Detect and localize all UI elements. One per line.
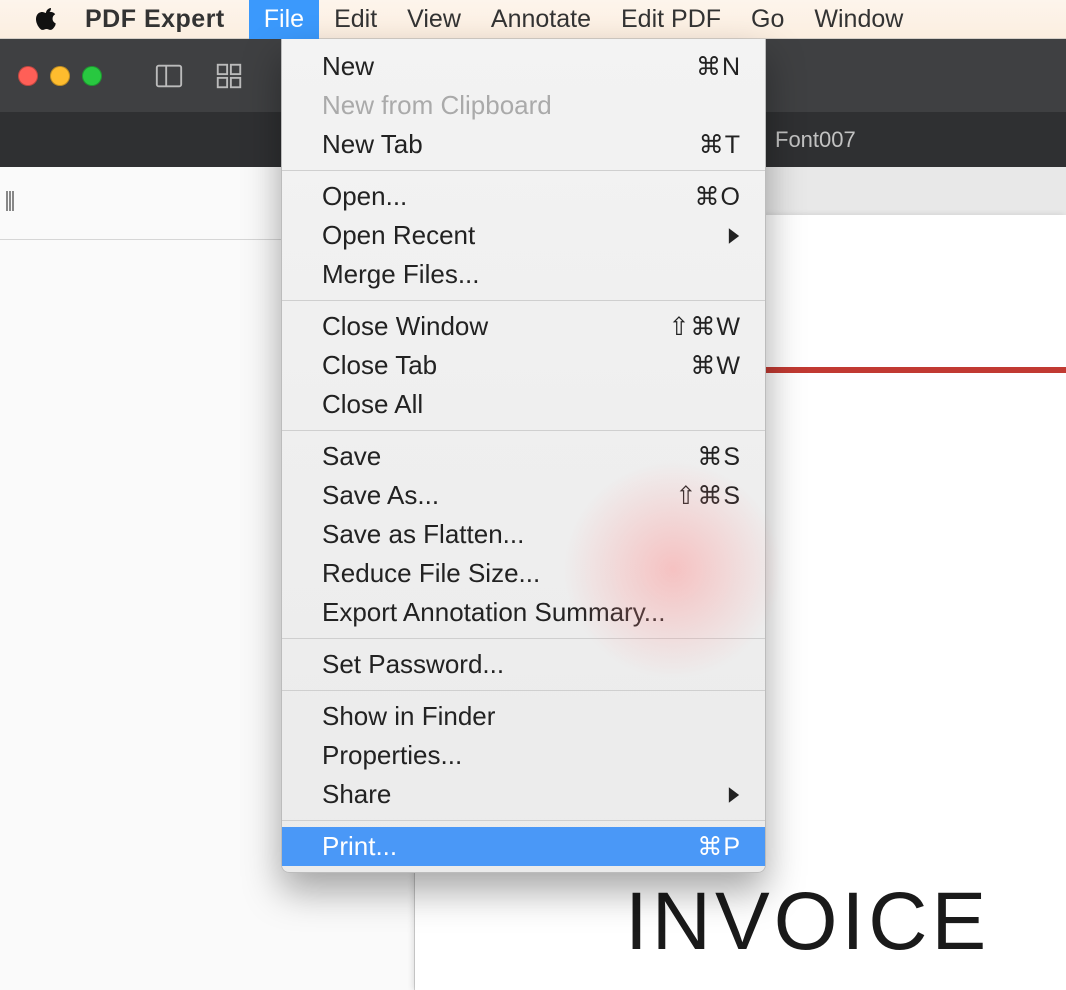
menu-item-share[interactable]: Share <box>282 775 765 814</box>
menu-item-reduce-file-size[interactable]: Reduce File Size... <box>282 554 765 593</box>
menu-item-close-window[interactable]: Close Window ⇧⌘W <box>282 307 765 346</box>
menubar-item-edit[interactable]: Edit <box>319 0 392 39</box>
menubar: PDF Expert FileEditViewAnnotateEdit PDFG… <box>0 0 1066 39</box>
file-menu-dropdown: New ⌘N New from Clipboard New Tab ⌘T Open... ⌘… <box>281 39 766 873</box>
menu-item-close-all[interactable]: Close All <box>282 385 765 424</box>
menu-item-save[interactable]: Save ⌘S <box>282 437 765 476</box>
window-close-button[interactable] <box>18 66 38 86</box>
menu-item-save-as[interactable]: Save As... ⇧⌘S <box>282 476 765 515</box>
menu-item-shortcut: ⌘P <box>697 832 741 862</box>
menu-item-shortcut: ⌘O <box>695 182 741 212</box>
menu-item-label: Set Password... <box>322 649 504 680</box>
thumbnails-view-icon[interactable] <box>212 59 246 93</box>
menu-item-label: Save as Flatten... <box>322 519 524 550</box>
menu-item-label: Print... <box>322 831 397 862</box>
drag-handle-icon[interactable] <box>6 189 14 213</box>
menu-item-set-password[interactable]: Set Password... <box>282 645 765 684</box>
apple-menu-icon[interactable] <box>35 7 59 31</box>
menu-item-new-from-clipboard: New from Clipboard <box>282 86 765 125</box>
menu-item-label: Share <box>322 779 391 810</box>
menu-item-open-recent[interactable]: Open Recent <box>282 216 765 255</box>
menu-item-label: Save <box>322 441 381 472</box>
menu-item-shortcut: ⌘N <box>696 52 741 82</box>
menu-item-open[interactable]: Open... ⌘O <box>282 177 765 216</box>
menu-item-label: Export Annotation Summary... <box>322 597 665 628</box>
menu-item-label: Merge Files... <box>322 259 480 290</box>
menubar-item-go[interactable]: Go <box>736 0 799 39</box>
menubar-item-view[interactable]: View <box>392 0 476 39</box>
menu-item-export-annotation-summary[interactable]: Export Annotation Summary... <box>282 593 765 632</box>
submenu-arrow-icon <box>727 786 741 804</box>
menubar-item-edit-pdf[interactable]: Edit PDF <box>606 0 736 39</box>
menu-separator <box>282 638 765 639</box>
menubar-item-annotate[interactable]: Annotate <box>476 0 606 39</box>
menu-item-properties[interactable]: Properties... <box>282 736 765 775</box>
menu-item-label: Close Window <box>322 311 488 342</box>
menu-item-shortcut: ⇧⌘W <box>668 312 741 342</box>
menu-item-shortcut: ⌘T <box>699 130 741 160</box>
submenu-arrow-icon <box>727 227 741 245</box>
menubar-item-window[interactable]: Window <box>799 0 918 39</box>
menu-item-print[interactable]: Print... ⌘P <box>282 827 765 866</box>
document-tab-label[interactable]: Font007 <box>775 127 856 153</box>
menu-item-save-as-flatten[interactable]: Save as Flatten... <box>282 515 765 554</box>
window-minimize-button[interactable] <box>50 66 70 86</box>
menu-item-label: Show in Finder <box>322 701 495 732</box>
menu-item-label: New from Clipboard <box>322 90 552 121</box>
menu-item-shortcut: ⌘W <box>690 351 741 381</box>
menu-item-label: Save As... <box>322 480 439 511</box>
menu-separator <box>282 170 765 171</box>
menu-separator <box>282 430 765 431</box>
menu-item-close-tab[interactable]: Close Tab ⌘W <box>282 346 765 385</box>
menu-item-label: Close Tab <box>322 350 437 381</box>
menu-item-merge-files[interactable]: Merge Files... <box>282 255 765 294</box>
menu-item-label: Open... <box>322 181 407 212</box>
menu-separator <box>282 300 765 301</box>
menu-separator <box>282 690 765 691</box>
window-zoom-button[interactable] <box>82 66 102 86</box>
window-controls <box>18 66 102 86</box>
menu-item-label: Close All <box>322 389 423 420</box>
sidebar-toggle-icon[interactable] <box>152 59 186 93</box>
page-title-text: INVOICE <box>625 875 990 969</box>
menu-item-shortcut: ⇧⌘S <box>675 481 741 511</box>
menu-item-shortcut: ⌘S <box>697 442 741 472</box>
menu-item-show-in-finder[interactable]: Show in Finder <box>282 697 765 736</box>
menu-item-label: New <box>322 51 374 82</box>
menu-item-label: Properties... <box>322 740 462 771</box>
menubar-app-name[interactable]: PDF Expert <box>85 5 225 34</box>
menubar-item-file[interactable]: File <box>249 0 319 39</box>
menu-item-new[interactable]: New ⌘N <box>282 47 765 86</box>
menu-separator <box>282 820 765 821</box>
menu-item-label: Reduce File Size... <box>322 558 540 589</box>
menu-item-label: New Tab <box>322 129 423 160</box>
menu-item-label: Open Recent <box>322 220 475 251</box>
menu-item-new-tab[interactable]: New Tab ⌘T <box>282 125 765 164</box>
